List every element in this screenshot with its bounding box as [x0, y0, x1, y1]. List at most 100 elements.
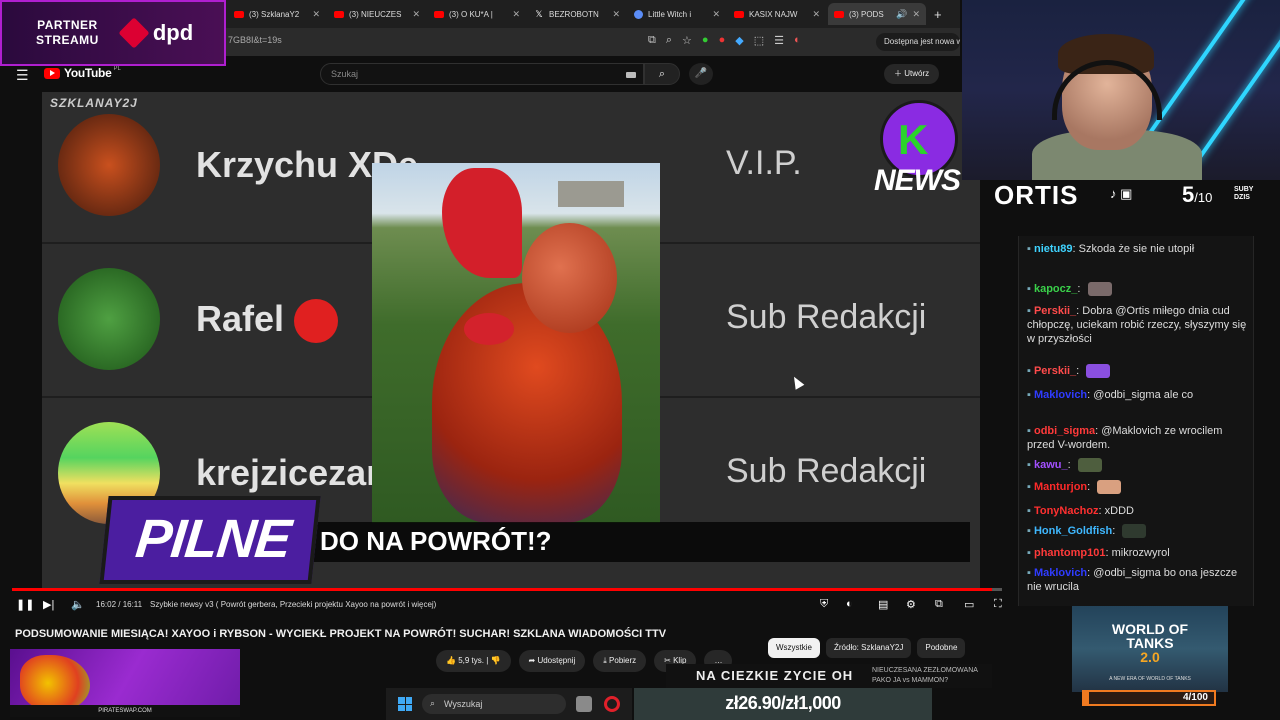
chat-username[interactable]: Maklovich	[1034, 567, 1087, 579]
chat-username[interactable]: Perskii_	[1034, 305, 1076, 317]
social-icons: ♪ ▣	[1110, 186, 1132, 202]
chat-badge-icon: ▪	[1027, 283, 1034, 295]
profile-icon[interactable]: ◐	[794, 34, 801, 47]
menu-icon[interactable]: ☰	[16, 67, 29, 84]
reading-list-icon[interactable]: ☰	[774, 34, 784, 47]
browser-update-button[interactable]: Dostępna jest nowa w	[876, 33, 960, 51]
new-tab-icon[interactable]: +	[928, 7, 948, 22]
dpd-wordmark: dpd	[152, 20, 194, 45]
zoom-icon[interactable]: ⌕	[666, 34, 672, 47]
building-shape	[558, 181, 624, 207]
chat-username[interactable]: nietu89	[1034, 243, 1073, 255]
autoplay-toggle-icon[interactable]: ◐	[846, 598, 853, 610]
video-player[interactable]: SZKLANAY2J Krzychu XDe V.I.P. Rafel Sub …	[42, 92, 980, 588]
task-view-icon[interactable]	[576, 696, 592, 712]
chat-message: ▪ TonyNachoz: xDDD	[1027, 505, 1135, 517]
chat-emote-icon	[1097, 480, 1122, 495]
webcam-feed	[962, 0, 1280, 180]
progress-bar[interactable]	[12, 588, 1002, 591]
chat-username[interactable]: kapocz_	[1034, 283, 1077, 295]
chat-badge-icon: ▪	[1027, 459, 1034, 471]
extension-red-icon[interactable]: ●	[719, 34, 726, 47]
world-of-tanks-ad[interactable]: WORLD OF TANKS 2.0 A NEW ERA OF WORLD OF …	[1072, 606, 1228, 692]
browser-tab[interactable]: (3) NIEUCZES ✕	[328, 3, 426, 25]
chat-text: mikrozwyrol	[1111, 547, 1170, 559]
subtitles-icon[interactable]: ▤	[878, 598, 888, 611]
chat-username[interactable]: Honk_Goldfish	[1034, 525, 1112, 537]
chat-message: ▪ odbi_sigma: @Maklovich ze wrocilem prz…	[1027, 425, 1223, 451]
goal-fill	[1084, 692, 1090, 704]
fullscreen-icon[interactable]: ⛶	[994, 598, 1002, 611]
close-icon[interactable]: ✕	[912, 9, 920, 20]
chat-badge-icon: ▪	[1027, 389, 1034, 401]
chat-username[interactable]: kawu_	[1034, 459, 1068, 471]
avatar	[58, 268, 160, 370]
chat-message: ▪ Perskii_: Dobra @Ortis miłego dnia cud…	[1027, 305, 1247, 345]
search-input[interactable]: Szukaj	[320, 63, 644, 85]
chat-username[interactable]: Manturjon	[1034, 481, 1087, 493]
close-icon[interactable]: ✕	[812, 9, 820, 20]
chip-source[interactable]: Źródło: SzklanaY2J	[826, 638, 912, 658]
youtube-logo[interactable]: YouTube PL	[44, 66, 121, 80]
browser-tab[interactable]: Little Witch i ✕	[628, 3, 726, 25]
search-button[interactable]: ⌕	[644, 63, 680, 85]
chat-badge-icon: ▪	[1027, 365, 1034, 377]
like-button[interactable]: 👍 5,9 tys. | 👎	[436, 650, 511, 672]
browser-tab[interactable]: (3) O KU*A | ✕	[428, 3, 526, 25]
close-icon[interactable]: ✕	[612, 9, 620, 20]
youtube-play-icon	[44, 67, 60, 79]
settings-gear-icon[interactable]: ⚙	[906, 598, 916, 611]
sub-goal-bar: 4/100	[1082, 690, 1216, 706]
extension-blue-icon[interactable]: ◆	[735, 34, 743, 47]
close-icon[interactable]: ✕	[712, 9, 720, 20]
parrot-illustration	[20, 655, 90, 711]
install-icon[interactable]: ⧉	[648, 34, 656, 47]
taskbar-search-input[interactable]: Wyszukaj	[422, 694, 566, 714]
browser-tab[interactable]: KASIX NAJW ✕	[728, 3, 826, 25]
dpd-logo-icon	[118, 17, 150, 49]
chat-username[interactable]: Perskii_	[1034, 365, 1076, 377]
bookmark-star-icon[interactable]: ☆	[682, 34, 692, 47]
browser-tab[interactable]: 𝕏 BEZROBOTN ✕	[528, 3, 626, 25]
windows-start-icon[interactable]	[398, 697, 412, 711]
create-button[interactable]: ＋ Utwórz	[884, 64, 940, 84]
stream-ticker: NA CIEZKIE ZYCIE OH NIEUCZESANA ZEZŁOMOW…	[666, 664, 992, 688]
chip-all[interactable]: Wszystkie	[768, 638, 820, 658]
voice-search-button[interactable]: 🎤	[689, 63, 713, 85]
next-icon[interactable]: ▶|	[43, 598, 54, 611]
thumbs-down-icon[interactable]: 👎	[491, 656, 501, 665]
keyboard-icon[interactable]	[626, 72, 636, 78]
chat-text: @odbi_sigma ale co	[1093, 389, 1194, 401]
chat-username[interactable]: Maklovich	[1034, 389, 1087, 401]
volume-icon[interactable]: 🔈	[71, 598, 85, 611]
pause-icon[interactable]: ❚❚	[16, 598, 34, 611]
speaker-icon[interactable]: 🔊	[896, 9, 907, 20]
chat-username[interactable]: odbi_sigma	[1034, 425, 1095, 437]
download-button[interactable]: ⤓ Pobierz	[593, 650, 647, 672]
extension-green-icon[interactable]: ●	[702, 34, 709, 47]
pilne-banner: PILNE	[99, 496, 321, 584]
chip-related[interactable]: Podobne	[917, 638, 966, 658]
close-icon[interactable]: ✕	[412, 9, 420, 20]
chat-username[interactable]: phantomp101	[1034, 547, 1106, 559]
close-icon[interactable]: ✕	[512, 9, 520, 20]
chapter-title[interactable]: Szybkie newsy v3 ( Powrót gerbera, Przec…	[150, 600, 436, 609]
browser-tab-active[interactable]: (3) PODS 🔊 ✕	[828, 3, 926, 25]
streamer-info-bar: ORTIS ♪ ▣ 5/10 SUBY DZIS	[980, 178, 1270, 212]
opera-icon[interactable]	[604, 696, 620, 712]
theater-mode-icon[interactable]: ▭	[964, 598, 974, 611]
browser-tab[interactable]: (3) SzklanaY2 ✕	[228, 3, 326, 25]
share-button[interactable]: ➦ Udostępnij	[518, 650, 586, 672]
chat-badge-icon: ▪	[1027, 243, 1034, 255]
chat-badge-icon: ▪	[1027, 425, 1034, 437]
member-name: Rafel	[196, 298, 339, 344]
shield-icon[interactable]: ⛨	[820, 598, 828, 611]
chat-message: ▪ kawu_:	[1027, 458, 1249, 473]
chat-username[interactable]: TonyNachoz	[1034, 505, 1099, 517]
extensions-puzzle-icon[interactable]: ⬚	[754, 34, 764, 47]
ad-thumbnail[interactable]: PIRATESWAP.COM	[10, 649, 240, 717]
close-icon[interactable]: ✕	[312, 9, 320, 20]
search-icon: ⌕	[430, 698, 436, 708]
miniplayer-icon[interactable]: ⧉	[935, 598, 943, 611]
url-field[interactable]: 7GB8I&t=19s	[228, 35, 282, 45]
